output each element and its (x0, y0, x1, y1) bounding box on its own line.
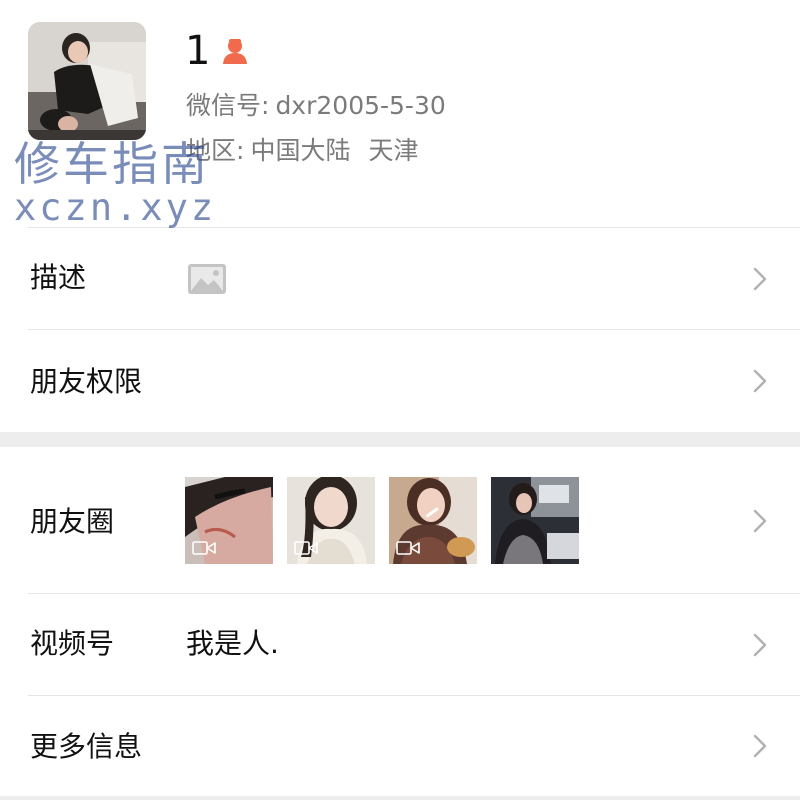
moments-thumbnail[interactable] (491, 477, 579, 564)
region-city: 天津 (368, 136, 419, 165)
profile-name: 1 (185, 28, 211, 74)
row-more-info-label: 更多信息 (30, 730, 143, 763)
avatar-photo (28, 22, 146, 140)
chevron-right-icon (752, 368, 768, 394)
image-placeholder-icon[interactable] (187, 263, 227, 295)
row-channels-label: 视频号 (30, 627, 115, 660)
wechat-id-value[interactable]: dxr2005-5-30 (275, 91, 445, 120)
moments-thumbnail[interactable] (185, 477, 273, 564)
female-user-icon (220, 36, 250, 66)
row-channels[interactable]: 视频号 (0, 594, 800, 695)
row-description-label: 描述 (30, 261, 87, 294)
wechat-id-line: 微信号: dxr2005-5-30 (186, 90, 446, 122)
row-description[interactable]: 描述 (0, 228, 800, 329)
region-label: 地区: (186, 136, 245, 165)
name-row: 1 (185, 28, 250, 74)
profile-header: 1 微信号: dxr2005-5-30 地区: 中国大陆 天津 (0, 0, 800, 228)
chevron-right-icon (752, 733, 768, 759)
section-separator (0, 432, 800, 447)
chevron-right-icon (752, 632, 768, 658)
row-moments-label: 朋友圈 (30, 505, 115, 538)
row-friend-permissions-label: 朋友权限 (30, 365, 143, 398)
row-more-info[interactable]: 更多信息 (0, 696, 800, 796)
region-country: 中国大陆 (250, 136, 351, 165)
wechat-id-label: 微信号: (186, 91, 270, 120)
avatar[interactable] (28, 22, 146, 140)
row-channels-value: 我是人. (186, 627, 279, 660)
moments-thumbnail[interactable] (389, 477, 477, 564)
chevron-right-icon (752, 266, 768, 292)
section-separator (0, 796, 800, 800)
region-line: 地区: 中国大陆 天津 (186, 135, 418, 167)
moments-thumbnail[interactable] (287, 477, 375, 564)
row-friend-permissions[interactable]: 朋友权限 (0, 330, 800, 432)
chevron-right-icon (752, 508, 768, 534)
